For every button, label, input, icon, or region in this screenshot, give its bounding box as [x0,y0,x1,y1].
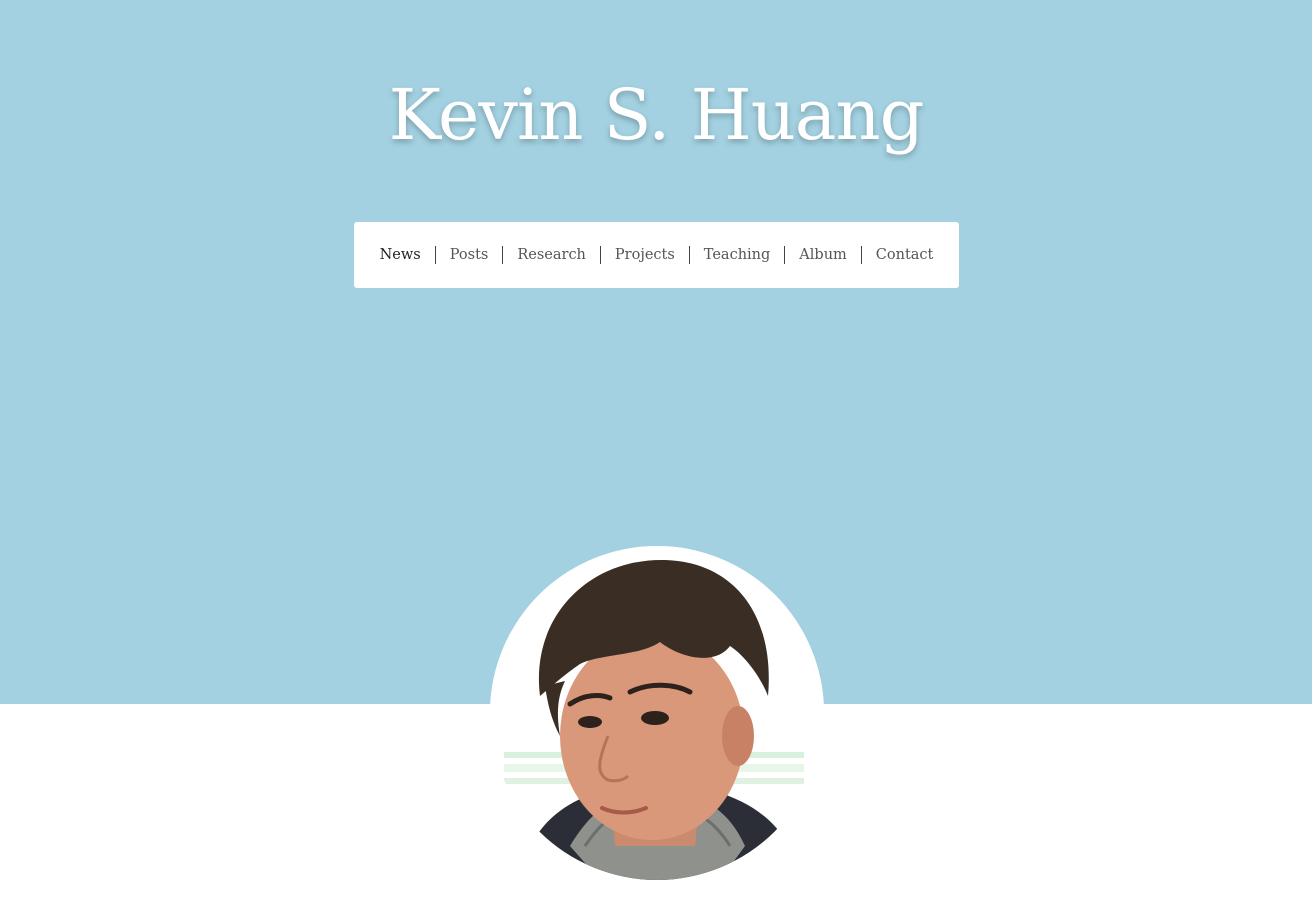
nav-item-posts[interactable]: Posts [434,246,503,264]
nav-item-research[interactable]: Research [502,246,600,264]
main-nav: News Posts Research Projects Teaching Al… [354,222,959,288]
nav-item-contact[interactable]: Contact [860,246,948,264]
nav-item-teaching[interactable]: Teaching [688,246,785,264]
site-title: Kevin S. Huang [388,74,925,156]
nav-item-news[interactable]: News [366,246,435,264]
nav-item-album[interactable]: Album [784,246,860,264]
profile-avatar [490,546,824,880]
nav-item-projects[interactable]: Projects [599,246,689,264]
profile-photo-illustration [490,546,824,880]
